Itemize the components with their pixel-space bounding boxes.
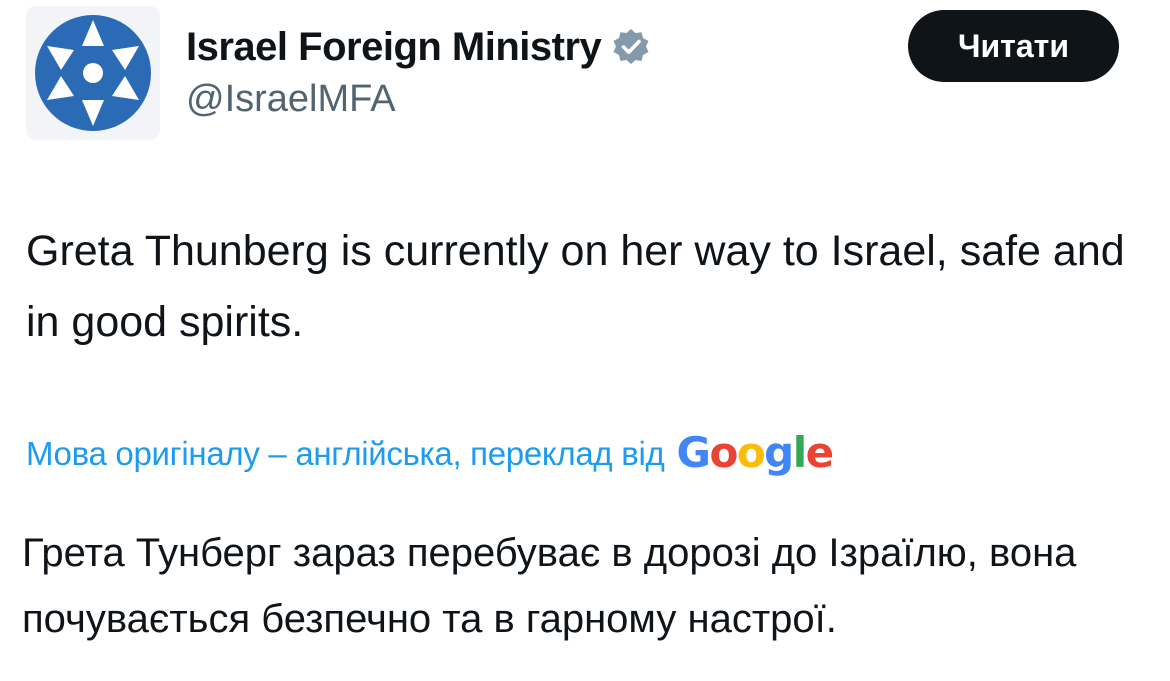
- translation-note-label: Мова оригіналу – англійська, переклад ві…: [26, 435, 665, 472]
- author-name-row: Israel Foreign Ministry: [186, 22, 651, 72]
- author-display-name[interactable]: Israel Foreign Ministry: [186, 25, 602, 70]
- tweet-text: Greta Thunberg is currently on her way t…: [26, 227, 1125, 346]
- follow-button[interactable]: Читати: [908, 10, 1119, 82]
- israel-mfa-star-logo-icon: [35, 15, 151, 131]
- author-handle[interactable]: @IsraelMFA: [186, 78, 396, 121]
- avatar[interactable]: [26, 6, 160, 140]
- verified-badge-icon[interactable]: [611, 27, 651, 67]
- translation-attribution[interactable]: Мова оригіналу – англійська, переклад ві…: [26, 426, 834, 482]
- google-logo: Google: [676, 427, 834, 477]
- translated-tweet-text: Грета Тунберг зараз перебуває в дорозі д…: [22, 531, 1077, 641]
